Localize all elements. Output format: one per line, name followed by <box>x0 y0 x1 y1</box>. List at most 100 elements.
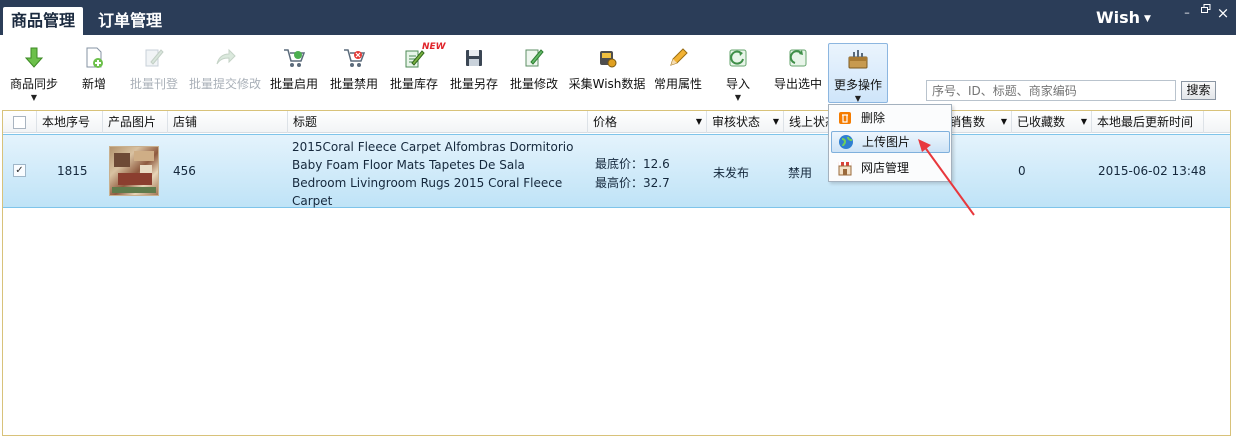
column-price[interactable]: 价格 ▼ <box>588 111 707 133</box>
sort-caret-icon[interactable]: ▼ <box>1081 111 1087 133</box>
grid-header: 本地序号 产品图片 店铺 标题 价格 ▼ 审核状态 ▼ 线上状态 销售数 ▼ 已收藏数… <box>3 111 1230 133</box>
common-attributes-label: 常用属性 <box>653 77 702 91</box>
more-actions-button[interactable]: 更多操作 ▼ <box>828 43 888 103</box>
publish-icon <box>145 49 164 67</box>
cell-price-max: 最高价：32.7 <box>595 176 670 190</box>
title-bar: 商品管理 订单管理 Wish ▼ – × <box>0 0 1236 35</box>
collect-data-icon <box>600 51 617 68</box>
menu-item-upload-images[interactable]: 上传图片 <box>831 131 950 153</box>
delete-icon <box>839 112 851 124</box>
menu-item-store-management-label: 网店管理 <box>861 161 910 175</box>
collect-wish-data-button[interactable]: 采集Wish数据 <box>567 43 647 99</box>
close-button[interactable]: × <box>1216 4 1230 22</box>
minimize-button[interactable]: – <box>1180 6 1194 19</box>
batch-edit-label: 批量修改 <box>509 77 558 91</box>
new-document-icon <box>86 47 103 68</box>
toolbox-icon <box>848 50 868 69</box>
more-actions-menu: 删除 上传图片 网店管理 <box>828 104 952 182</box>
floppy-disk-icon <box>466 50 482 66</box>
column-audit-status-label: 审核状态 <box>712 115 761 129</box>
table-row[interactable]: ✓ 1815 456 2015Coral Fleece Carpet Alfom… <box>3 134 1230 208</box>
cart-enable-icon <box>284 49 305 67</box>
batch-enable-button[interactable]: 批量启用 <box>268 43 320 99</box>
menu-item-store-management[interactable]: 网店管理 <box>831 157 950 179</box>
chevron-down-icon: ▼ <box>1144 14 1151 24</box>
checkbox-icon <box>13 116 26 129</box>
column-sales-count[interactable]: 销售数 ▼ <box>944 111 1012 133</box>
new-button[interactable]: 新增 <box>74 43 114 99</box>
row-checkbox[interactable]: ✓ <box>13 164 26 177</box>
import-icon <box>729 49 747 67</box>
storefront-icon <box>838 162 852 176</box>
more-actions-label: 更多操作 <box>833 78 882 92</box>
cell-online-status: 禁用 <box>788 166 813 180</box>
column-sales-count-label: 销售数 <box>949 115 986 129</box>
new-label: 新增 <box>81 77 106 91</box>
submit-arrow-icon <box>216 48 236 65</box>
column-favorites[interactable]: 已收藏数 ▼ <box>1012 111 1092 133</box>
batch-stock-label: 批量库存 <box>389 77 438 91</box>
export-icon <box>789 49 807 67</box>
menu-item-upload-images-label: 上传图片 <box>862 135 911 149</box>
cell-store: 456 <box>173 164 196 178</box>
product-grid: 本地序号 产品图片 店铺 标题 价格 ▼ 审核状态 ▼ 线上状态 销售数 ▼ 已收藏数… <box>2 110 1231 436</box>
batch-disable-label: 批量禁用 <box>329 77 378 91</box>
batch-edit-button[interactable]: 批量修改 <box>508 43 560 99</box>
batch-publish-label: 批量刊登 <box>129 77 178 91</box>
tab-order-management[interactable]: 订单管理 <box>90 7 170 35</box>
sync-products-label: 商品同步 <box>9 77 58 91</box>
account-menu[interactable]: Wish ▼ <box>1096 8 1151 27</box>
sort-caret-icon[interactable]: ▼ <box>696 111 702 133</box>
search-input[interactable] <box>926 80 1176 101</box>
column-product-image[interactable]: 产品图片 <box>103 111 168 133</box>
import-button[interactable]: 导入 ▼ <box>718 43 758 102</box>
batch-disable-button[interactable]: 批量禁用 <box>328 43 380 99</box>
app-window: 商品管理 订单管理 Wish ▼ – × 商品同步 ▼ 新增 批量刊登 批量提交修… <box>0 0 1236 438</box>
export-selected-label: 导出选中 <box>773 77 822 91</box>
column-favorites-label: 已收藏数 <box>1017 115 1066 129</box>
dropdown-caret-icon: ▼ <box>734 93 742 102</box>
pencil-icon <box>670 48 688 66</box>
collect-wish-data-label: 采集Wish数据 <box>568 77 646 91</box>
column-title[interactable]: 标题 <box>288 111 588 133</box>
column-audit-status[interactable]: 审核状态 ▼ <box>707 111 784 133</box>
batch-save-as-label: 批量另存 <box>449 77 498 91</box>
sync-products-button[interactable]: 商品同步 ▼ <box>8 43 60 102</box>
common-attributes-button[interactable]: 常用属性 <box>652 43 704 99</box>
import-label: 导入 <box>725 77 750 91</box>
column-store[interactable]: 店铺 <box>168 111 288 133</box>
cell-local-id: 1815 <box>57 164 88 178</box>
batch-publish-button[interactable]: 批量刊登 <box>128 43 180 99</box>
column-local-id[interactable]: 本地序号 <box>37 111 103 133</box>
new-badge: NEW <box>422 42 446 52</box>
batch-enable-label: 批量启用 <box>269 77 318 91</box>
select-all-checkbox[interactable] <box>3 111 37 133</box>
search-button[interactable]: 搜索 <box>1181 81 1216 100</box>
sync-down-arrow-icon <box>24 47 44 68</box>
cart-disable-icon <box>344 49 365 67</box>
restore-icon <box>1201 4 1211 13</box>
column-last-updated[interactable]: 本地最后更新时间 <box>1092 111 1204 133</box>
product-thumbnail[interactable] <box>109 146 159 196</box>
batch-submit-changes-button[interactable]: 批量提交修改 <box>187 43 263 99</box>
menu-item-delete-label: 删除 <box>861 111 886 125</box>
cell-audit-status: 未发布 <box>713 166 750 180</box>
dropdown-caret-icon: ▼ <box>854 94 862 103</box>
cell-last-updated: 2015-06-02 13:48 <box>1098 164 1207 178</box>
cell-price-min: 最底价：12.6 <box>595 157 670 171</box>
sort-caret-icon[interactable]: ▼ <box>1001 111 1007 133</box>
cell-favorites: 0 <box>1018 164 1026 178</box>
column-price-label: 价格 <box>593 115 618 129</box>
menu-item-delete[interactable]: 删除 <box>831 107 950 129</box>
tab-product-management[interactable]: 商品管理 <box>3 7 84 35</box>
export-selected-button[interactable]: 导出选中 <box>772 43 824 99</box>
restore-button[interactable] <box>1199 4 1213 17</box>
edit-document-icon <box>525 49 544 67</box>
sort-caret-icon[interactable]: ▼ <box>773 111 779 133</box>
batch-submit-changes-label: 批量提交修改 <box>188 77 261 91</box>
globe-upload-icon <box>839 135 853 149</box>
dropdown-caret-icon: ▼ <box>30 93 38 102</box>
batch-save-as-button[interactable]: 批量另存 <box>448 43 500 99</box>
account-label: Wish <box>1096 8 1141 27</box>
checkmark-icon: ✓ <box>15 165 24 176</box>
